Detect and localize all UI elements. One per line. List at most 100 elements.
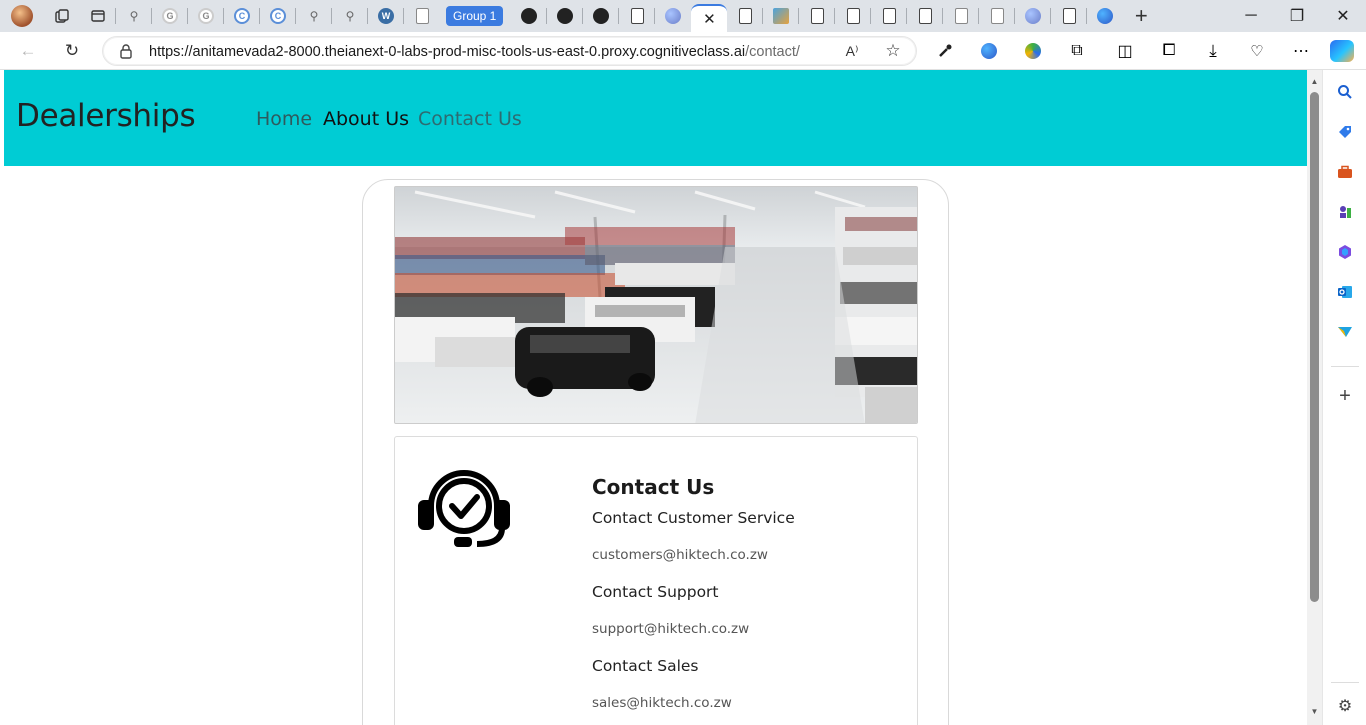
wordpress-icon: W [378, 8, 394, 24]
tab-search-2[interactable]: ⚲ [296, 0, 332, 32]
globe-icon [665, 8, 682, 24]
games-chess-icon[interactable] [1335, 202, 1355, 222]
tab-globe-2[interactable] [1015, 0, 1052, 32]
refresh-button[interactable]: ↻ [58, 38, 86, 64]
tab-c-1[interactable]: C [224, 0, 260, 32]
minimize-button[interactable]: ─ [1228, 0, 1274, 32]
page-icon [810, 8, 824, 24]
dealership-lot-image [394, 186, 918, 424]
tab-page-1[interactable] [404, 0, 440, 32]
scroll-up-arrow[interactable]: ▲ [1310, 78, 1319, 86]
tab-github-1[interactable] [511, 0, 548, 32]
add-sidebar-app-icon[interactable]: + [1335, 385, 1355, 407]
url-host: https://anitamevada2-8000.theianext-0-la… [149, 44, 746, 60]
sidebar-settings-gear-icon[interactable]: ⚙ [1335, 696, 1355, 716]
tools-briefcase-icon[interactable] [1335, 162, 1355, 182]
tab-globe-1[interactable] [655, 0, 691, 32]
profile-avatar[interactable] [0, 0, 44, 32]
outlook-icon[interactable] [1335, 282, 1355, 302]
customer-service-email[interactable]: customers@hiktech.co.zw [592, 547, 795, 563]
scroll-thumb[interactable] [1310, 92, 1319, 602]
nav-contact-link[interactable]: Contact Us [418, 108, 522, 130]
tab-search-3[interactable]: ⚲ [332, 0, 368, 32]
nav-about-link[interactable]: About Us [323, 108, 409, 130]
tab-page-6[interactable] [871, 0, 908, 32]
copilot-icon[interactable] [1330, 40, 1354, 62]
search-icon: ⚲ [309, 9, 319, 23]
avatar [11, 5, 33, 27]
eyedropper-icon[interactable] [936, 42, 954, 60]
tab-page-10[interactable] [1051, 0, 1088, 32]
tab-google-2[interactable]: G [188, 0, 224, 32]
github-icon [557, 8, 574, 24]
tab-page-8[interactable] [943, 0, 980, 32]
tab-page-5[interactable] [835, 0, 872, 32]
tab-page-9[interactable] [979, 0, 1016, 32]
search-icon: ⚲ [345, 9, 355, 23]
new-tab-button[interactable]: + [1123, 0, 1159, 32]
more-menu-icon[interactable]: ⋯ [1292, 42, 1310, 60]
tab-search-1[interactable]: ⚲ [116, 0, 152, 32]
shopping-tag-icon[interactable] [1335, 122, 1355, 142]
page-icon [918, 8, 932, 24]
tab-image[interactable] [763, 0, 800, 32]
tab-c-2[interactable]: C [260, 0, 296, 32]
page-icon [990, 8, 1004, 24]
close-tab-icon[interactable]: ✕ [703, 10, 716, 28]
browser-essentials-icon[interactable]: ♡ [1248, 42, 1266, 60]
send-arrow-icon[interactable] [1335, 322, 1355, 342]
tab-page-3[interactable] [727, 0, 764, 32]
address-bar[interactable]: https://anitamevada2-8000.theianext-0-la… [102, 36, 917, 66]
tab-google-1[interactable]: G [152, 0, 188, 32]
page-icon [882, 8, 896, 24]
microsoft-365-icon[interactable] [1335, 242, 1355, 262]
back-button[interactable]: ← [14, 38, 42, 64]
favorite-star-icon[interactable]: ☆ [879, 38, 907, 64]
browser-logo-icon [1097, 8, 1114, 24]
tab-github-3[interactable] [583, 0, 620, 32]
nav-home-link[interactable]: Home [256, 108, 312, 130]
tab-wordpress[interactable]: W [368, 0, 404, 32]
split-screen-icon[interactable]: ◫ [1116, 42, 1134, 60]
collections-icon[interactable]: ⧠ [1160, 42, 1178, 60]
navbar: Dealerships Home About Us Contact Us [4, 70, 1307, 166]
image-icon [773, 8, 790, 24]
tab-group-chip[interactable]: Group 1 [446, 6, 504, 26]
downloads-icon[interactable]: ⤓ [1204, 41, 1222, 60]
browser-toolbar: ← ↻ https://anitamevada2-8000.theianext-… [0, 32, 1366, 70]
page-icon [1062, 8, 1076, 24]
page-scrollbar[interactable]: ▲ ▼ [1307, 70, 1322, 725]
page-icon [738, 8, 752, 24]
url-text[interactable]: https://anitamevada2-8000.theianext-0-la… [149, 44, 800, 60]
page-icon [954, 8, 968, 24]
maximize-button[interactable]: ❐ [1274, 0, 1320, 32]
github-icon [521, 8, 538, 24]
tab-actions-icon[interactable] [80, 0, 116, 32]
extensions-puzzle-icon[interactable]: ⧉ [1068, 42, 1086, 60]
lock-icon[interactable] [119, 43, 133, 59]
page-viewport: Dealerships Home About Us Contact Us Con… [4, 70, 1307, 725]
scroll-down-arrow[interactable]: ▼ [1310, 708, 1319, 716]
google-icon: G [198, 8, 214, 24]
contact-info-panel: Contact Us Contact Customer Service cust… [394, 436, 918, 725]
tab-github-2[interactable] [547, 0, 584, 32]
sidebar-divider [1331, 366, 1359, 367]
tab-edge[interactable] [1087, 0, 1123, 32]
brand-title[interactable]: Dealerships [16, 98, 196, 134]
support-email[interactable]: support@hiktech.co.zw [592, 621, 795, 637]
github-icon [593, 8, 610, 24]
sales-email[interactable]: sales@hiktech.co.zw [592, 695, 795, 711]
tab-active[interactable]: ✕ [691, 4, 728, 32]
read-aloud-icon[interactable]: A⁾ [838, 38, 866, 64]
workspaces-icon[interactable] [44, 0, 80, 32]
extension-ring-icon[interactable] [1024, 42, 1042, 60]
contact-details: Contact Us Contact Customer Service cust… [592, 475, 795, 711]
tab-page-4[interactable] [799, 0, 836, 32]
tab-page-2[interactable] [619, 0, 656, 32]
edge-sidebar: + ⚙ [1322, 70, 1366, 725]
tab-page-7[interactable] [907, 0, 944, 32]
extension-icon[interactable] [980, 42, 998, 60]
close-window-button[interactable]: ✕ [1320, 0, 1366, 32]
search-icon[interactable] [1335, 82, 1355, 102]
c-logo-icon: C [270, 8, 286, 24]
